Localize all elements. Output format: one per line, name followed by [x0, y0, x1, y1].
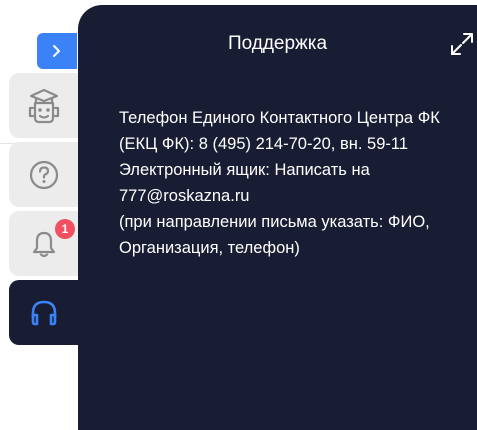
- email-note: (при направлении письма указать: ФИО, Ор…: [119, 213, 430, 257]
- support-contact-info: Телефон Единого Контактного Центра ФК (Е…: [119, 105, 449, 261]
- collapse-panel-button[interactable]: [37, 33, 77, 69]
- email-prefix: Электронный ящик:: [119, 161, 275, 179]
- robot-icon: [28, 88, 60, 123]
- tab-robot-assistant[interactable]: [9, 73, 79, 138]
- notification-count-badge: 1: [55, 219, 75, 239]
- panel-title: Поддержка: [227, 33, 328, 54]
- support-panel: Поддержка Телефон Единого Контактного Це…: [78, 5, 477, 430]
- tab-support[interactable]: [9, 280, 79, 345]
- tab-help[interactable]: [9, 142, 79, 207]
- email-info: Электронный ящик: Написать на 777@roskaz…: [119, 157, 449, 209]
- bell-icon: [32, 231, 56, 257]
- expand-panel-button[interactable]: [448, 30, 476, 58]
- expand-icon: [451, 33, 473, 55]
- chevron-right-icon: [53, 45, 60, 57]
- headphones-icon: [31, 300, 57, 325]
- tab-notifications[interactable]: 1: [9, 211, 79, 276]
- question-icon: [29, 160, 59, 189]
- phone-info: Телефон Единого Контактного Центра ФК (Е…: [119, 109, 440, 153]
